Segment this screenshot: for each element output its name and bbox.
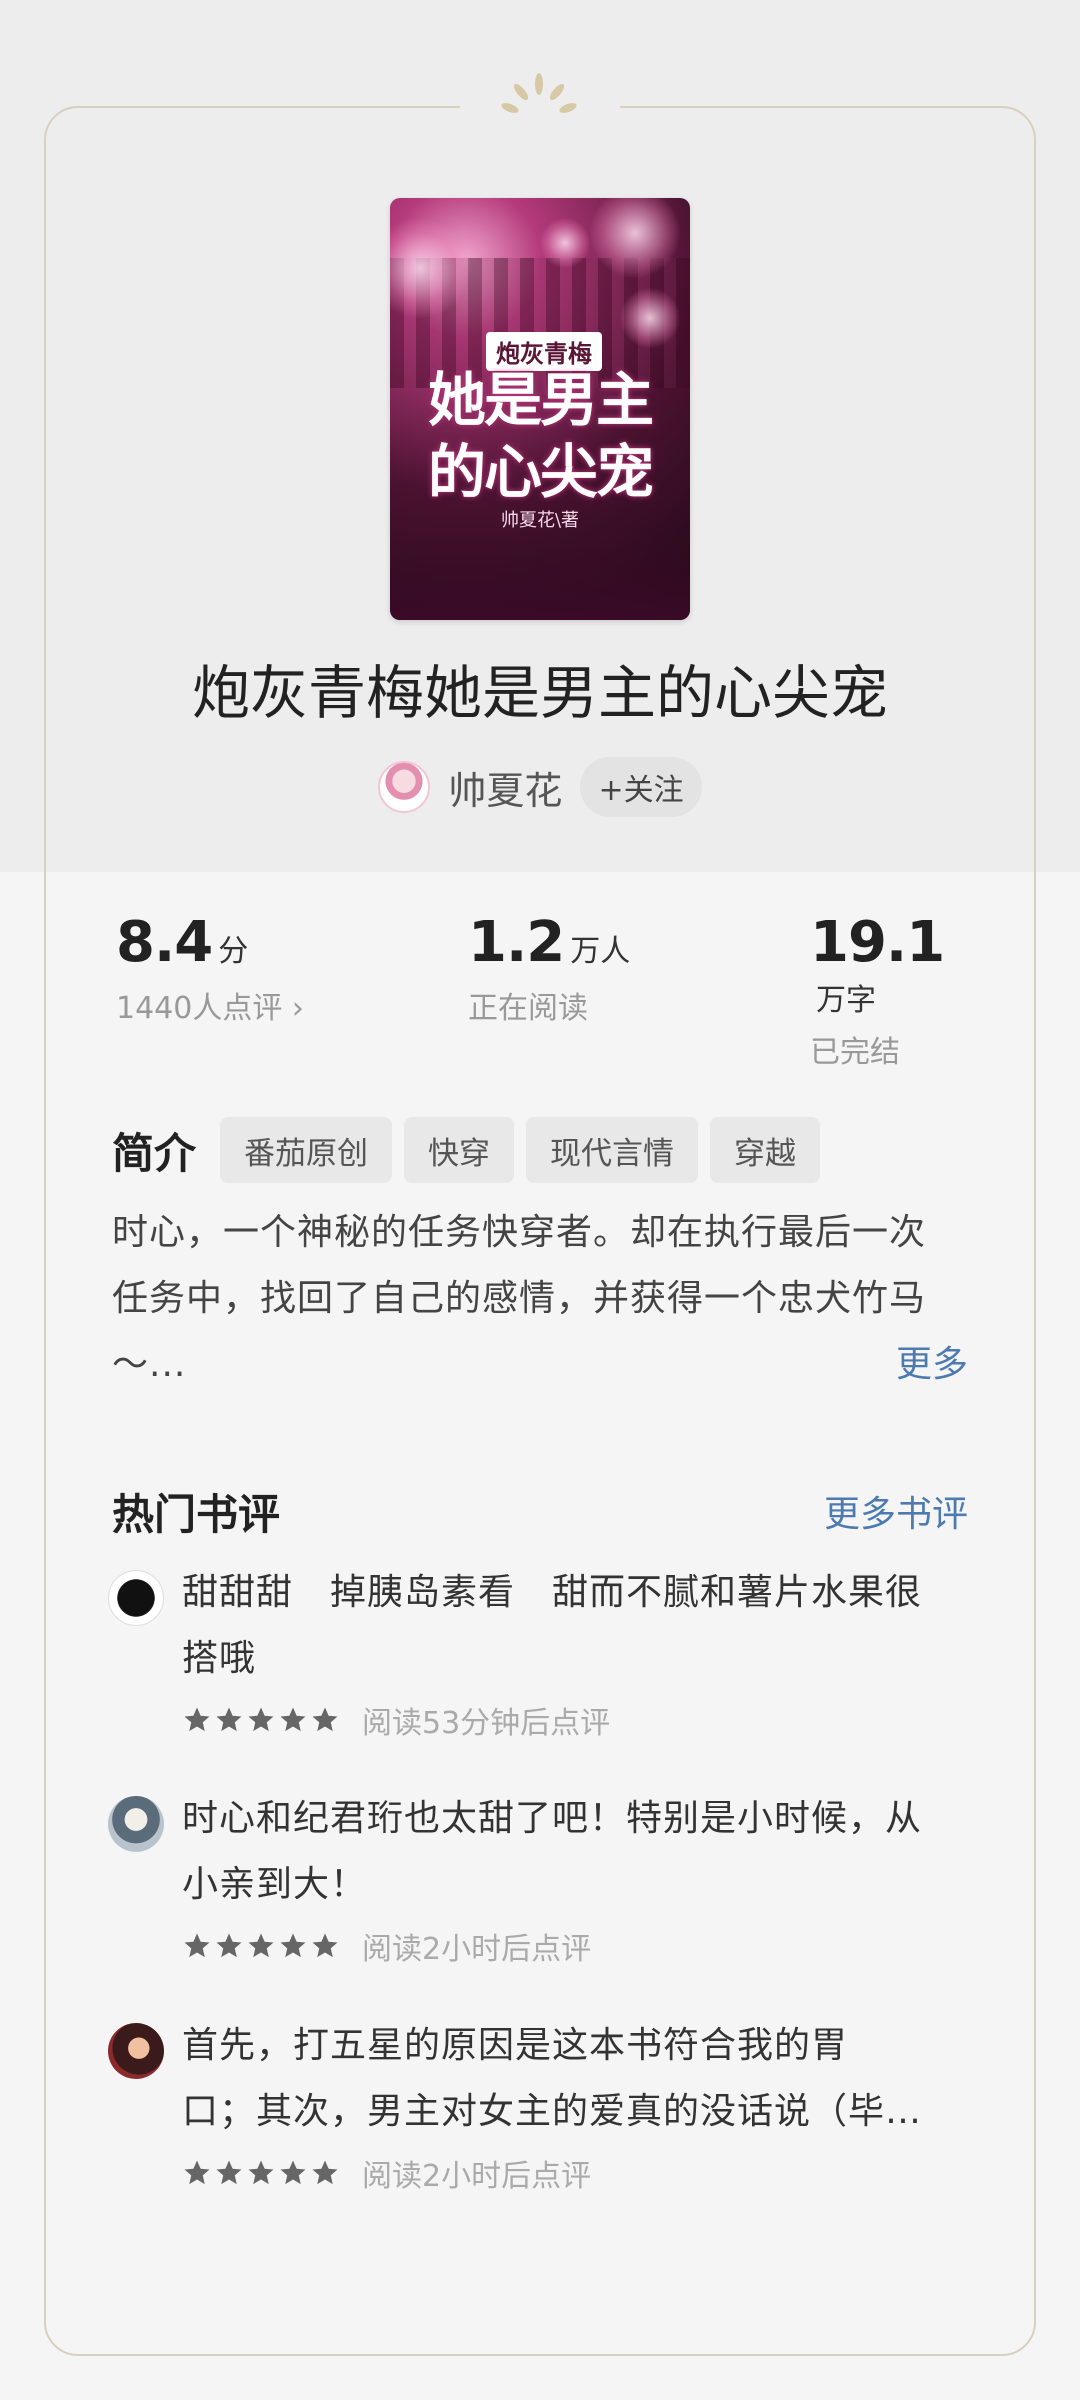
readers-value: 1.2 [468,910,565,975]
star-icon [216,1933,242,1958]
review-line: 小亲到大！ [182,1864,368,1905]
book-stats: 8.4 分 1440人点评 › 1.2 万人 正在阅读 19.1 万字 已完结 [116,910,976,1070]
review-time: 阅读2小时后点评 [362,1932,592,1967]
review-meta: 阅读2小时后点评 [182,1924,591,1968]
review-item[interactable]: 时心和纪君珩也太甜了吧！特别是小时候，从 小亲到大！ 阅读2小时后点评 [108,1786,968,1976]
star-icon [280,2160,306,2185]
ornament-icon [501,73,577,113]
book-cover[interactable]: 炮灰青梅 她是男主的心尖宠 帅夏花\著 [390,198,690,620]
cover-glow [390,530,690,620]
star-icon [184,1933,210,1958]
intro-header: 简介 番茄原创 快穿 现代言情 穿越 [112,1116,832,1184]
words-value: 19.1 [810,910,945,975]
author-avatar[interactable] [378,761,431,813]
intro-label: 简介 [112,1128,197,1178]
more-reviews-link[interactable]: 更多书评 [824,1485,968,1537]
star-icon [184,1707,210,1732]
review-meta: 阅读2小时后点评 [182,2151,591,2195]
star-icon [216,2160,242,2185]
words-stat: 19.1 万字 已完结 [810,910,976,1071]
tag-chip[interactable]: 番茄原创 [220,1117,393,1183]
review-line: 甜甜甜 掉胰岛素看 甜而不腻和薯片水果很 [182,1572,923,1613]
review-item[interactable]: 首先，打五星的原因是这本书符合我的胃 口；其次，男主对女主的爱真的没话说（毕… … [108,2013,968,2203]
book-title: 炮灰青梅她是男主的心尖宠 [191,659,888,727]
cover-title: 她是男主的心尖宠 [427,366,654,506]
review-line: 搭哦 [182,1638,257,1679]
reviewer-avatar[interactable] [108,1796,164,1852]
score-count-link[interactable]: 1440人点评 › [116,983,304,1027]
star-rating [182,1931,340,1961]
status-label: 已完结 [810,1035,900,1070]
star-rating [182,2158,340,2188]
star-icon [312,1707,338,1732]
words-unit: 万字 [816,983,876,1018]
reviewer-avatar[interactable] [108,1570,164,1626]
intro-line: ～... [112,1344,187,1385]
reviewer-avatar[interactable] [108,2023,164,2079]
review-item[interactable]: 甜甜甜 掉胰岛素看 甜而不腻和薯片水果很 搭哦 阅读53分钟后点评 [108,1560,968,1750]
readers-unit: 万人 [570,934,631,969]
star-icon [312,1933,338,1958]
reviews-title: 热门书评 [112,1489,281,1539]
review-line: 口；其次，男主对女主的爱真的没话说（毕… [182,2091,923,2132]
author-row: 帅夏花 +关注 [0,756,1080,818]
intro-text[interactable]: 时心，一个神秘的任务快穿者。却在执行最后一次 任务中，找回了自己的感情，并获得一… [112,1200,972,1398]
review-line: 首先，打五星的原因是这本书符合我的胃 [182,2025,849,2066]
cover-author: 帅夏花\著 [500,510,580,531]
star-icon [248,2160,274,2185]
follow-button[interactable]: +关注 [580,757,702,817]
tag-chip[interactable]: 现代言情 [526,1117,699,1183]
review-text: 首先，打五星的原因是这本书符合我的胃 口；其次，男主对女主的爱真的没话说（毕… [182,2013,968,2145]
score-stat[interactable]: 8.4 分 1440人点评 › [116,910,304,1027]
intro-more-link[interactable]: 更多 [896,1332,968,1398]
review-time: 阅读53分钟后点评 [362,1706,611,1741]
tag-chip[interactable]: 快穿 [404,1117,515,1183]
intro-line: 任务中，找回了自己的感情，并获得一个忠犬竹马 [112,1278,927,1319]
author-name[interactable]: 帅夏花 [448,760,562,815]
star-icon [248,1933,274,1958]
cover-bubble [620,288,680,348]
review-text: 时心和纪君珩也太甜了吧！特别是小时候，从 小亲到大！ [182,1786,968,1918]
intro-line: 时心，一个神秘的任务快穿者。却在执行最后一次 [112,1212,927,1253]
star-icon [216,1707,242,1732]
tag-chip[interactable]: 穿越 [710,1117,821,1183]
review-text: 甜甜甜 掉胰岛素看 甜而不腻和薯片水果很 搭哦 [182,1560,968,1692]
readers-label: 正在阅读 [468,991,588,1026]
star-rating [182,1705,340,1735]
book-detail-page: 炮灰青梅 她是男主的心尖宠 帅夏花\著 炮灰青梅她是男主的心尖宠 帅夏花 +关注… [0,0,1080,2400]
score-unit: 分 [218,934,249,969]
readers-stat: 1.2 万人 正在阅读 [468,910,630,1027]
star-icon [184,2160,210,2185]
score-value: 8.4 [116,910,213,975]
review-line: 时心和纪君珩也太甜了吧！特别是小时候，从 [182,1798,923,1839]
star-icon [312,2160,338,2185]
cover-bubble [540,218,590,268]
star-icon [248,1707,274,1732]
review-meta: 阅读53分钟后点评 [182,1698,610,1742]
star-icon [280,1933,306,1958]
reviews-header: 热门书评 更多书评 [112,1476,968,1546]
review-time: 阅读2小时后点评 [362,2159,592,2194]
star-icon [280,1707,306,1732]
